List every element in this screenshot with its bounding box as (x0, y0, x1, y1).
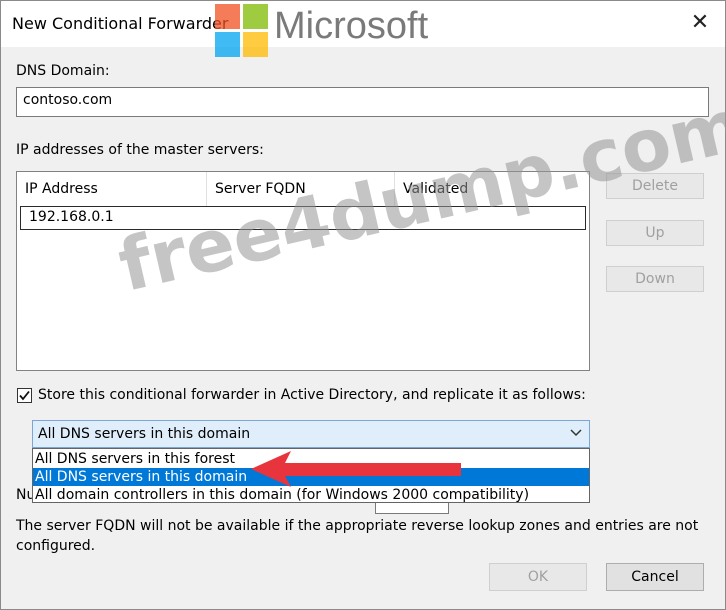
conditional-forwarder-dialog: New Conditional Forwarder ✕ Microsoft DN… (0, 0, 726, 610)
ok-button[interactable]: OK (489, 563, 587, 591)
checkmark-icon (19, 390, 30, 401)
red-arrow-annotation (251, 451, 461, 487)
column-ip-address[interactable]: IP Address (17, 172, 207, 206)
ip-address-edit-field[interactable]: 192.168.0.1 (20, 206, 586, 230)
microsoft-logo-icon (215, 4, 269, 58)
delete-button[interactable]: Delete (606, 173, 704, 199)
window-title: New Conditional Forwarder (12, 14, 229, 33)
column-server-fqdn[interactable]: Server FQDN (207, 172, 395, 206)
cancel-button[interactable]: Cancel (606, 563, 704, 591)
replication-scope-select[interactable]: All DNS servers in this domain (32, 420, 590, 448)
column-validated[interactable]: Validated (395, 172, 589, 206)
microsoft-brand-text: Microsoft (274, 5, 429, 47)
replication-scope-value: All DNS servers in this domain (38, 426, 251, 442)
master-servers-list[interactable]: IP Address Server FQDN Validated 192.168… (16, 171, 590, 371)
list-header: IP Address Server FQDN Validated (17, 172, 589, 206)
dns-domain-input[interactable]: contoso.com (16, 87, 709, 117)
store-in-ad-label: Store this conditional forwarder in Acti… (38, 387, 586, 403)
dns-domain-label: DNS Domain: (16, 63, 110, 79)
store-in-ad-checkbox[interactable] (17, 388, 32, 403)
up-button[interactable]: Up (606, 220, 704, 246)
master-servers-label: IP addresses of the master servers: (16, 142, 264, 158)
close-icon[interactable]: ✕ (687, 10, 713, 36)
chevron-down-icon[interactable] (570, 424, 582, 446)
fqdn-note: The server FQDN will not be available if… (16, 518, 699, 554)
down-button[interactable]: Down (606, 266, 704, 292)
